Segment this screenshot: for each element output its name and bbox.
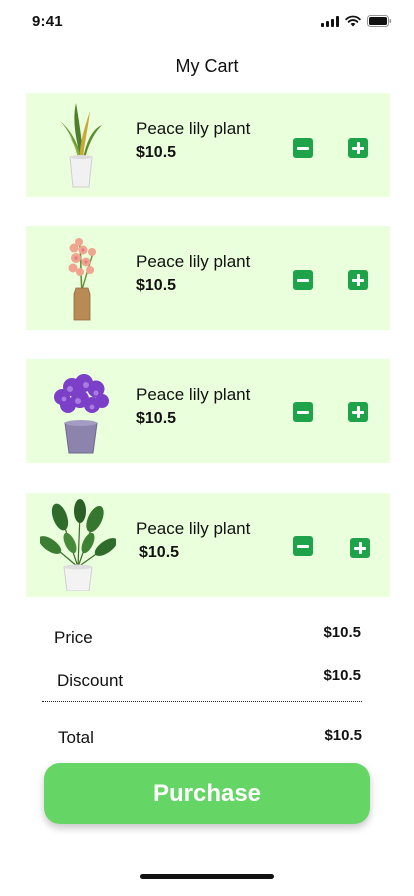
snake-plant-icon [46, 99, 116, 191]
item-name: Peace lily plant [136, 119, 251, 138]
price-label: Price [54, 628, 93, 647]
decrease-quantity-button[interactable] [293, 402, 313, 422]
item-name: Peace lily plant [136, 252, 251, 271]
wifi-icon [345, 15, 361, 27]
item-price: $10.5 [136, 144, 177, 161]
cellular-signal-icon [321, 15, 339, 27]
increase-quantity-button[interactable] [348, 270, 368, 290]
increase-quantity-button[interactable] [350, 538, 370, 558]
orchid-vase-icon [46, 232, 116, 324]
purchase-button[interactable]: Purchase [44, 763, 370, 824]
item-price: $10.5 [139, 544, 180, 561]
discount-value: $10.5 [323, 667, 361, 684]
decrease-quantity-button[interactable] [293, 536, 313, 556]
item-name: Peace lily plant [136, 519, 251, 538]
discount-label: Discount [57, 671, 124, 690]
item-price: $10.5 [136, 410, 177, 427]
cart-item: Peace lily plant $10.5 [26, 93, 390, 197]
status-time: 9:41 [32, 13, 63, 30]
summary-divider [42, 701, 362, 702]
home-indicator [140, 874, 274, 879]
item-price: $10.5 [136, 277, 177, 294]
total-value: $10.5 [324, 727, 362, 744]
decrease-quantity-button[interactable] [293, 138, 313, 158]
status-bar: 9:41 [0, 0, 414, 44]
cart-item: Peace lily plant $10.5 [26, 359, 390, 463]
increase-quantity-button[interactable] [348, 402, 368, 422]
decrease-quantity-button[interactable] [293, 270, 313, 290]
bird-of-paradise-plant-icon [38, 499, 118, 592]
battery-icon [367, 15, 392, 27]
cart-item: Peace lily plant $10.5 [26, 493, 390, 597]
increase-quantity-button[interactable] [348, 138, 368, 158]
cart-item: Peace lily plant $10.5 [26, 226, 390, 330]
price-value: $10.5 [323, 624, 361, 641]
total-label: Total [58, 728, 94, 747]
purple-flower-pot-icon [46, 365, 116, 457]
item-name: Peace lily plant [136, 385, 251, 404]
status-icons [321, 15, 392, 27]
page-title: My Cart [175, 56, 239, 76]
